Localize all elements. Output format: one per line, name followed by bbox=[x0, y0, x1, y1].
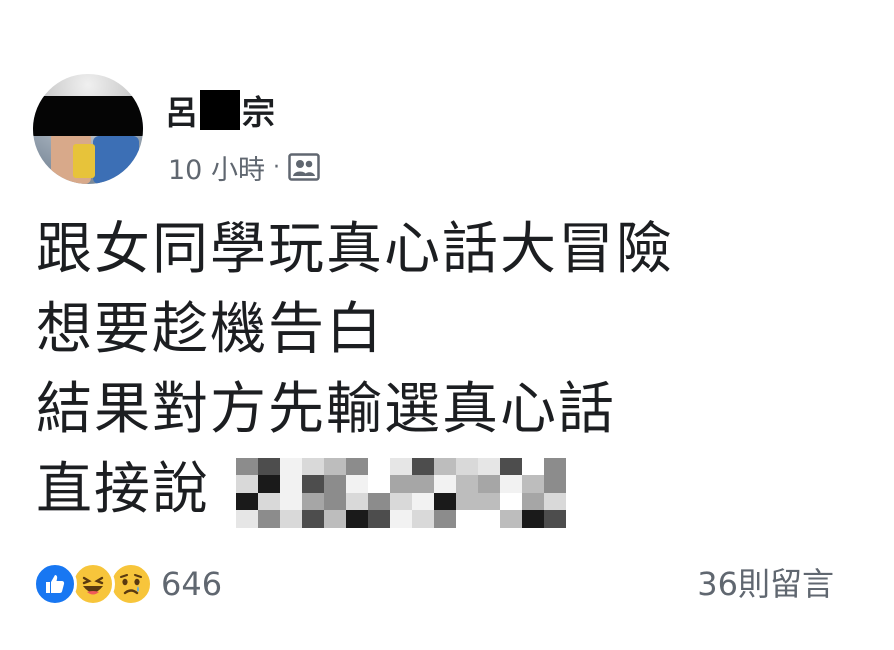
post-body: 跟女同學玩真心話大冒險 想要趁機告白 結果對方先輸選真心話 直接說 bbox=[36, 210, 674, 530]
mosaic-tile bbox=[323, 457, 346, 476]
mosaic-tile bbox=[345, 475, 368, 493]
post-line: 結果對方先輸選真心話 bbox=[36, 377, 616, 442]
avatar-figure bbox=[73, 144, 95, 178]
mosaic-tile bbox=[389, 475, 412, 493]
post-line: 想要趁機告白 bbox=[36, 297, 384, 362]
mosaic-tile bbox=[521, 492, 544, 511]
mosaic-tile bbox=[455, 457, 478, 476]
mosaic-tile bbox=[323, 492, 346, 511]
group-icon bbox=[288, 153, 320, 181]
mosaic-tile bbox=[345, 492, 368, 511]
mosaic-tile bbox=[257, 457, 280, 476]
author-name-last: 宗 bbox=[242, 93, 275, 132]
mosaic-tile bbox=[499, 492, 522, 511]
mosaic-tile bbox=[345, 457, 368, 476]
mosaic-tile bbox=[455, 475, 478, 493]
reactions-bar[interactable]: 646 bbox=[33, 562, 222, 606]
mosaic-tile bbox=[433, 457, 456, 476]
mosaic-tile bbox=[521, 457, 544, 476]
name-redaction-block bbox=[200, 90, 240, 130]
mosaic-tile bbox=[521, 510, 544, 528]
author-name-first: 呂 bbox=[165, 93, 198, 132]
mosaic-tile bbox=[235, 457, 258, 476]
mosaic-tile bbox=[411, 510, 434, 528]
comments-count[interactable]: 36則留言 bbox=[697, 560, 834, 604]
mosaic-tile bbox=[455, 492, 478, 511]
mosaic-tile bbox=[257, 492, 280, 511]
mosaic-tile bbox=[477, 475, 500, 493]
mosaic-tile bbox=[477, 457, 500, 476]
mosaic-tile bbox=[367, 510, 390, 528]
mosaic-tile bbox=[389, 492, 412, 511]
avatar[interactable] bbox=[33, 74, 143, 184]
mosaic-tile bbox=[543, 510, 566, 528]
mosaic-tile bbox=[389, 457, 412, 476]
avatar-redaction-bar bbox=[33, 96, 143, 136]
mosaic-tile bbox=[477, 510, 500, 528]
mosaic-tile bbox=[543, 475, 566, 493]
mosaic-tile bbox=[235, 510, 258, 528]
mosaic-tile bbox=[301, 457, 324, 476]
post-timestamp[interactable]: 10 小時 bbox=[168, 148, 265, 187]
mosaic-tile bbox=[543, 492, 566, 511]
mosaic-tile bbox=[367, 457, 390, 476]
mosaic-tile bbox=[257, 510, 280, 528]
mosaic-tile bbox=[411, 457, 434, 476]
mosaic-tile bbox=[301, 510, 324, 528]
mosaic-tile bbox=[323, 475, 346, 493]
mosaic-tile bbox=[235, 475, 258, 493]
mosaic-tile bbox=[499, 475, 522, 493]
avatar-figure bbox=[93, 136, 139, 184]
mosaic-tile bbox=[279, 492, 302, 511]
mosaic-tile bbox=[235, 492, 258, 511]
mosaic-tile bbox=[279, 475, 302, 493]
mosaic-tile bbox=[323, 510, 346, 528]
sad-icon bbox=[109, 562, 153, 606]
mosaic-tile bbox=[389, 510, 412, 528]
mosaic-tile bbox=[367, 492, 390, 511]
mosaic-tile bbox=[279, 510, 302, 528]
like-icon bbox=[33, 562, 77, 606]
mosaic-tile bbox=[367, 475, 390, 493]
mosaic-tile bbox=[279, 457, 302, 476]
pixelated-redaction bbox=[235, 457, 566, 528]
mosaic-tile bbox=[301, 492, 324, 511]
mosaic-tile bbox=[521, 475, 544, 493]
mosaic-tile bbox=[499, 510, 522, 528]
mosaic-tile bbox=[543, 457, 566, 476]
post-line-last: 直接說 bbox=[36, 450, 674, 530]
mosaic-tile bbox=[433, 475, 456, 493]
mosaic-tile bbox=[433, 510, 456, 528]
post-line: 跟女同學玩真心話大冒險 bbox=[36, 217, 674, 282]
mosaic-tile bbox=[477, 492, 500, 511]
mosaic-tile bbox=[411, 492, 434, 511]
author-name[interactable]: 呂 宗 bbox=[165, 88, 275, 132]
mosaic-tile bbox=[499, 457, 522, 476]
mosaic-tile bbox=[257, 475, 280, 493]
mosaic-tile bbox=[345, 510, 368, 528]
mosaic-tile bbox=[301, 475, 324, 493]
post-meta: 10 小時 · bbox=[168, 147, 320, 187]
haha-icon bbox=[71, 562, 115, 606]
post-line: 直接說 bbox=[36, 457, 210, 522]
mosaic-tile bbox=[411, 475, 434, 493]
mosaic-tile bbox=[433, 492, 456, 511]
meta-separator: · bbox=[272, 154, 280, 180]
mosaic-tile bbox=[455, 510, 478, 528]
reaction-count: 646 bbox=[161, 565, 223, 603]
